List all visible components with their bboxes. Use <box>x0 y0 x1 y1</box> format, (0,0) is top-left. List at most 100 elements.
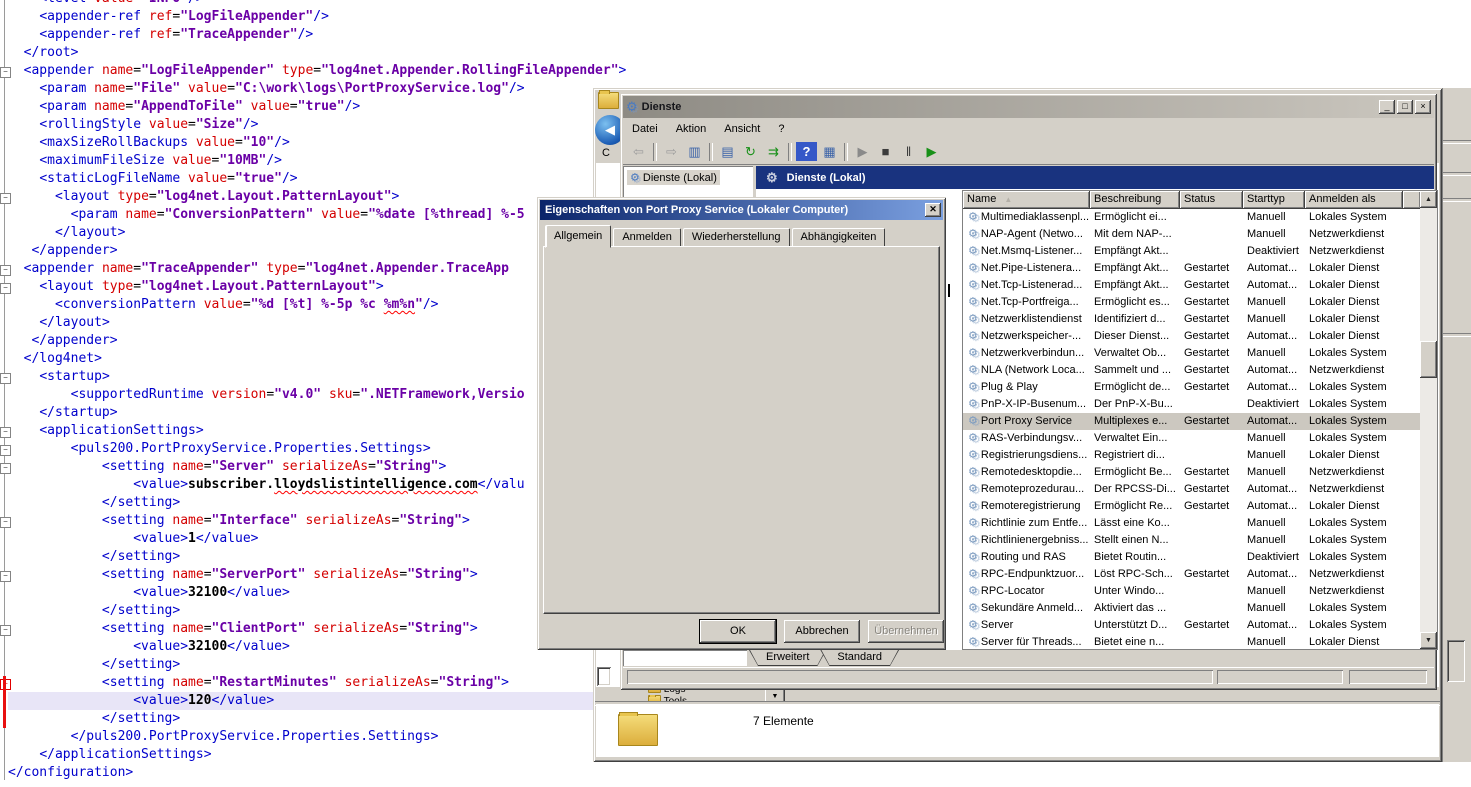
fold-marker-icon[interactable]: − <box>0 373 11 384</box>
table-row[interactable]: ⚙NetzwerklistendienstIdentifiziert d...G… <box>963 311 1420 328</box>
ubernehmen-button[interactable]: Übernehmen <box>868 620 944 643</box>
show-console-tree-icon[interactable]: ▥ <box>684 142 705 161</box>
table-row[interactable]: ⚙Net.Tcp-Listenerad...Empfängt Akt...Ges… <box>963 277 1420 294</box>
code-line: <param name="File" value="C:\work\logs\P… <box>8 80 593 98</box>
fold-marker-icon[interactable]: − <box>0 193 11 204</box>
table-row[interactable]: ⚙RPC-LocatorUnter Windo...ManuellNetzwer… <box>963 583 1420 600</box>
table-row[interactable]: ⚙Richtlinie zum Entfe...Lässt eine Ko...… <box>963 515 1420 532</box>
column-header-beschreibung[interactable]: Beschreibung <box>1090 191 1180 209</box>
service-gear-icon: ⚙ <box>968 398 978 410</box>
table-row[interactable]: ⚙NLA (Network Loca...Sammelt und ...Gest… <box>963 362 1420 379</box>
scrollbar-thumb[interactable] <box>1420 341 1437 378</box>
close-button[interactable]: ✕ <box>925 203 941 217</box>
fold-marker-icon[interactable]: − <box>0 445 11 456</box>
table-row[interactable]: ⚙Netzwerkverbindun...Verwaltet Ob...Gest… <box>963 345 1420 362</box>
pause-service-icon[interactable]: ‖ <box>898 142 919 161</box>
table-row[interactable]: ⚙Net.Msmq-Listener...Empfängt Akt...Deak… <box>963 243 1420 260</box>
ok-button[interactable]: OK <box>700 620 776 643</box>
export-list-icon[interactable]: ⇉ <box>763 142 784 161</box>
menu-item-ansicht[interactable]: Ansicht <box>715 121 769 137</box>
service-status: Gestartet <box>1180 277 1243 294</box>
service-status <box>1180 226 1243 243</box>
abbrechen-button[interactable]: Abbrechen <box>784 620 860 643</box>
table-row[interactable]: ⚙Plug & PlayErmöglicht de...GestartetAut… <box>963 379 1420 396</box>
tree-item-dienste-lokal[interactable]: ⚙ Dienste (Lokal) <box>627 170 720 185</box>
service-gear-icon: ⚙ <box>968 517 978 529</box>
service-status: Gestartet <box>1180 464 1243 481</box>
minimize-button[interactable]: _ <box>1379 100 1395 114</box>
column-header-anmelden-als[interactable]: Anmelden als <box>1305 191 1403 209</box>
table-row[interactable]: ⚙RemoteregistrierungErmöglicht Re...Gest… <box>963 498 1420 515</box>
tab-abhängigkeiten[interactable]: Abhängigkeiten <box>792 228 886 247</box>
tab-allgemein[interactable]: Allgemein <box>545 225 611 248</box>
extended-view-icon[interactable]: ▦ <box>819 142 840 161</box>
service-name: ⚙Richtlinie zum Entfe... <box>963 515 1090 532</box>
service-logon-as: Lokaler Dienst <box>1305 498 1403 515</box>
fold-marker-icon[interactable]: − <box>0 625 11 636</box>
properties-icon[interactable]: ▤ <box>717 142 738 161</box>
code-text[interactable]: <level value="INFO"/> <appender-ref ref=… <box>8 0 593 782</box>
fold-marker-icon[interactable]: − <box>0 517 11 528</box>
table-row[interactable]: ⚙Net.Tcp-Portfreiga...Ermöglicht es...Ge… <box>963 294 1420 311</box>
stop-service-icon[interactable]: ■ <box>875 142 896 161</box>
service-starttype: Manuell <box>1243 600 1305 617</box>
tab-anmelden[interactable]: Anmelden <box>613 228 681 247</box>
code-line: <param name="ConversionPattern" value="%… <box>8 206 593 224</box>
view-tab-standard[interactable]: Standard <box>821 650 898 665</box>
table-row[interactable]: ⚙Multimediaklassenpl...Ermöglicht ei...M… <box>963 209 1420 226</box>
column-header-status[interactable]: Status <box>1180 191 1243 209</box>
table-row[interactable]: ⚙Netzwerkspeicher-...Dieser Dienst...Ges… <box>963 328 1420 345</box>
table-row[interactable]: ⚙Port Proxy ServiceMultiplexes e...Gesta… <box>963 413 1420 430</box>
code-line: </applicationSettings> <box>8 746 593 764</box>
service-gear-icon: ⚙ <box>968 483 978 495</box>
table-row[interactable]: ⚙RAS-Verbindungsv...Verwaltet Ein...Manu… <box>963 430 1420 447</box>
menu-item-aktion[interactable]: Aktion <box>667 121 716 137</box>
table-row[interactable]: ⚙Richtlinienergebniss...Stellt einen N..… <box>963 532 1420 549</box>
code-line: </setting> <box>8 494 593 512</box>
service-starttype: Manuell <box>1243 345 1305 362</box>
table-row[interactable]: ⚙Routing und RASBietet Routin...Deaktivi… <box>963 549 1420 566</box>
fold-marker-icon[interactable]: − <box>0 265 11 276</box>
table-row[interactable]: ⚙RPC-Endpunktzuor...Löst RPC-Sch...Gesta… <box>963 566 1420 583</box>
fold-marker-icon[interactable]: − <box>0 571 11 582</box>
forward-icon[interactable]: ⇨ <box>661 142 682 161</box>
table-row[interactable]: ⚙Registrierungsdiens...Registriert di...… <box>963 447 1420 464</box>
service-status <box>1180 243 1243 260</box>
service-name: ⚙PnP-X-IP-Busenum... <box>963 396 1090 413</box>
back-icon[interactable]: ⇦ <box>628 142 649 161</box>
titlebar[interactable]: ⚙ Dienste _□× <box>623 96 1434 118</box>
table-row[interactable]: ⚙NAP-Agent (Netwo...Mit dem NAP-...Manue… <box>963 226 1420 243</box>
vertical-scrollbar[interactable]: ▲ ▼ <box>1420 191 1437 649</box>
view-tab-erweitert[interactable]: Erweitert <box>750 650 825 665</box>
column-header-blank[interactable] <box>1403 191 1421 209</box>
start-service-icon[interactable]: ▶ <box>852 142 873 161</box>
fold-marker-icon[interactable]: − <box>0 67 11 78</box>
service-gear-icon: ⚙ <box>968 296 978 308</box>
menu-item-datei[interactable]: Datei <box>623 121 667 137</box>
table-row[interactable]: ⚙ServerUnterstützt D...GestartetAutomat.… <box>963 617 1420 634</box>
table-row[interactable]: ⚙Remotedesktopdie...Ermöglicht Be...Gest… <box>963 464 1420 481</box>
menu-item-[interactable]: ? <box>769 121 793 137</box>
help-icon[interactable]: ? <box>796 142 817 161</box>
table-row[interactable]: ⚙Net.Pipe-Listenera...Empfängt Akt...Ges… <box>963 260 1420 277</box>
column-header-starttyp[interactable]: Starttyp <box>1243 191 1305 209</box>
scroll-down-button[interactable]: ▼ <box>1420 632 1437 649</box>
fold-marker-icon[interactable]: − <box>0 463 11 474</box>
maximize-button[interactable]: □ <box>1397 100 1413 114</box>
scroll-up-button[interactable]: ▲ <box>1420 191 1437 208</box>
table-row[interactable]: ⚙Sekundäre Anmeld...Aktiviert das ...Man… <box>963 600 1420 617</box>
service-starttype: Manuell <box>1243 515 1305 532</box>
table-row[interactable]: ⚙PnP-X-IP-Busenum...Der PnP-X-Bu...Deakt… <box>963 396 1420 413</box>
close-button[interactable]: × <box>1415 100 1431 114</box>
column-header-name[interactable]: Name▲ <box>963 191 1090 209</box>
change-bar <box>3 676 6 728</box>
tab-wiederherstellung[interactable]: Wiederherstellung <box>683 228 790 247</box>
table-row[interactable]: ⚙Server für Threads...Bietet eine n...Ma… <box>963 634 1420 651</box>
restart-service-icon[interactable]: ▶ <box>921 142 942 161</box>
fold-marker-icon[interactable]: − <box>0 283 11 294</box>
fold-marker-icon[interactable]: − <box>0 427 11 438</box>
dialog-titlebar[interactable]: Eigenschaften von Port Proxy Service (Lo… <box>540 200 943 220</box>
table-row[interactable]: ⚙Remoteprozedurau...Der RPCSS-Di...Gesta… <box>963 481 1420 498</box>
refresh-icon[interactable]: ↻ <box>740 142 761 161</box>
toolbar-separator <box>653 143 657 161</box>
